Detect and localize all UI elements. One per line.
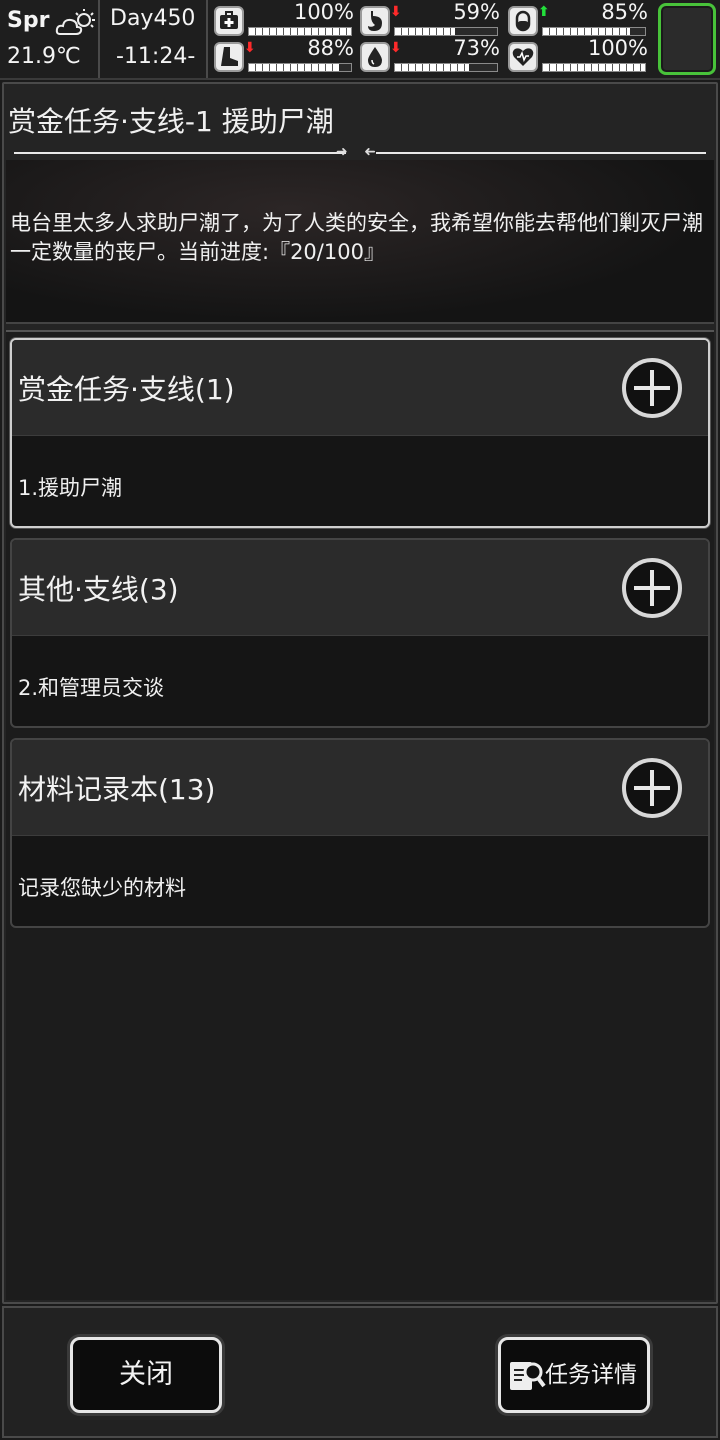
heart-icon xyxy=(508,42,538,72)
day-counter: Day450 xyxy=(110,6,196,31)
quest-list-item[interactable]: 2.和管理员交谈 xyxy=(18,672,164,702)
trend-down-icon: ⬇ xyxy=(244,40,256,56)
clock-time: -11:24- xyxy=(116,44,196,69)
stat-value: 100% xyxy=(293,0,354,24)
close-button[interactable]: 关闭 xyxy=(70,1337,222,1413)
stat-bar xyxy=(248,63,352,72)
category-material-notebook[interactable]: 材料记录本(13) 记录您缺少的材料 xyxy=(10,738,710,928)
title-divider-left xyxy=(14,152,346,154)
stat-stamina: ⬇ 88% xyxy=(214,36,358,74)
trend-up-icon: ⬆ xyxy=(538,4,550,20)
divider-arrow-left-icon: ➜ xyxy=(364,144,376,160)
category-header[interactable]: 材料记录本(13) xyxy=(12,740,708,836)
status-bar: Spr 21.9℃ Day450 -11:24- 100% ⬇ 59% ⬆ 85… xyxy=(0,0,720,80)
quest-details-label: 任务详情 xyxy=(545,1362,637,1388)
expand-plus-icon[interactable] xyxy=(622,758,682,818)
season-label: Spr xyxy=(7,8,50,33)
season-weather-panel: Spr 21.9℃ xyxy=(0,0,100,78)
stat-medicine: ⬆ 85% xyxy=(508,0,652,38)
trend-down-icon: ⬇ xyxy=(390,40,402,56)
quest-details-button[interactable]: 任务详情 xyxy=(498,1337,650,1413)
temperature-label: 21.9℃ xyxy=(7,44,81,69)
document-search-icon xyxy=(510,1362,546,1390)
stat-thirst: ⬇ 73% xyxy=(360,36,504,74)
stat-hunger: ⬇ 59% xyxy=(360,0,504,38)
expand-plus-icon[interactable] xyxy=(622,358,682,418)
pill-icon xyxy=(508,6,538,36)
quest-title: 赏金任务·支线-1 援助尸潮 xyxy=(8,105,334,138)
title-divider-right xyxy=(376,152,706,154)
category-label: 赏金任务·支线(1) xyxy=(18,373,235,406)
day-time-panel: Day450 -11:24- xyxy=(100,0,208,78)
category-label: 材料记录本(13) xyxy=(18,773,216,806)
quest-list-item[interactable]: 记录您缺少的材料 xyxy=(18,872,186,902)
stat-bar xyxy=(394,27,498,36)
stat-value: 100% xyxy=(587,36,648,60)
stat-bar xyxy=(542,63,646,72)
boot-icon xyxy=(214,42,244,72)
quest-description: 电台里太多人求助尸潮了，为了人类的安全，我希望你能去帮他们剿灭尸潮一定数量的丧尸… xyxy=(10,211,703,264)
divider-arrow-right-icon: ➜ xyxy=(336,144,348,160)
stomach-icon xyxy=(360,6,390,36)
partly-cloudy-sun-icon xyxy=(55,9,95,35)
category-bounty-sideline[interactable]: 赏金任务·支线(1) 1.援助尸潮 xyxy=(10,338,710,528)
category-header[interactable]: 赏金任务·支线(1) xyxy=(12,340,708,436)
medkit-icon xyxy=(214,6,244,36)
equipment-slot[interactable] xyxy=(658,3,716,75)
trend-down-icon: ⬇ xyxy=(390,4,402,20)
stat-bar xyxy=(248,27,352,36)
stat-value: 88% xyxy=(307,36,354,60)
category-label: 其他·支线(3) xyxy=(18,573,179,606)
stat-value: 85% xyxy=(601,0,648,24)
stat-bar xyxy=(542,27,646,36)
stat-bar xyxy=(394,63,498,72)
category-other-sideline[interactable]: 其他·支线(3) 2.和管理员交谈 xyxy=(10,538,710,728)
water-drop-icon xyxy=(360,42,390,72)
stat-health: 100% xyxy=(214,0,358,38)
category-header[interactable]: 其他·支线(3) xyxy=(12,540,708,636)
stat-value: 73% xyxy=(453,36,500,60)
stat-mood: 100% xyxy=(508,36,652,74)
expand-plus-icon[interactable] xyxy=(622,558,682,618)
stat-value: 59% xyxy=(453,0,500,24)
quest-list-item[interactable]: 1.援助尸潮 xyxy=(18,472,122,502)
